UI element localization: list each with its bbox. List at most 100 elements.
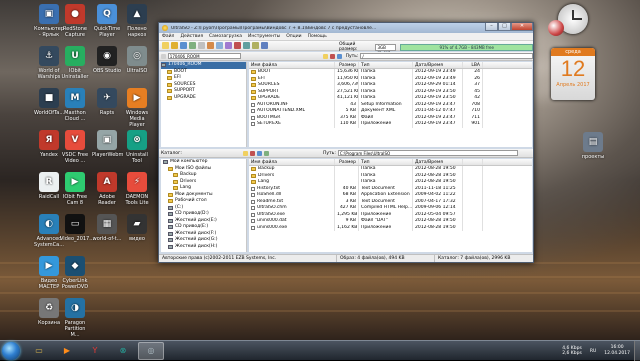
tree-item[interactable]: Жесткий диск(H:): [161, 244, 246, 251]
desktop-icon[interactable]: ◑ Paragon Partition M...: [60, 298, 90, 338]
desktop-icon[interactable]: ◎ UltraISO: [122, 46, 152, 74]
water-ripple: [0, 310, 640, 312]
water-ripple: [0, 292, 640, 294]
folder-icon: [167, 69, 172, 74]
menu-item[interactable]: Опции: [286, 34, 301, 39]
desktop-icon[interactable]: ▶ Windows Media Player: [122, 88, 152, 128]
menu-item[interactable]: Помощь: [308, 34, 327, 39]
upper-image-field[interactable]: 170406_ROOM: [167, 53, 241, 59]
clock-gadget[interactable]: [548, 2, 596, 38]
column-header[interactable]: [463, 159, 483, 165]
tray-clock[interactable]: 16:00 12.04.2017: [604, 345, 630, 357]
file-icon: [251, 122, 255, 127]
calendar-gadget[interactable]: среда 12 Апрель 2017: [551, 48, 595, 100]
open-icon[interactable]: [171, 42, 178, 49]
file-name: SETUP.EXE: [257, 121, 281, 126]
desktop-icon[interactable]: M Maxthon Cloud ...: [60, 88, 90, 122]
start-button[interactable]: [2, 341, 20, 360]
column-header[interactable]: Тип: [359, 62, 413, 68]
menu-item[interactable]: Действия: [180, 34, 203, 39]
network-speed: 4,6 Kbps 2,6 Kbps: [562, 346, 582, 356]
menu-bar: Файл Действия Самозагрузка Инструменты Опции…: [159, 33, 533, 41]
extract-icon[interactable]: [207, 42, 214, 49]
taskbar-app-ultraiso[interactable]: ◎: [138, 341, 164, 360]
desktop-icon[interactable]: ▭ Video_2017...: [60, 214, 94, 242]
disc-icon: [161, 63, 166, 68]
taskbar-app-explorer[interactable]: ▭: [26, 342, 52, 360]
column-header[interactable]: Дата/Время: [413, 159, 463, 165]
language-indicator[interactable]: RU: [590, 349, 596, 354]
file-row[interactable]: SETUP.EXE 110 KB Приложение 2012-09-19 23:4…: [249, 121, 532, 128]
tree-item[interactable]: UPGRADE: [161, 95, 246, 102]
menu-item[interactable]: Файл: [162, 34, 174, 39]
size-select[interactable]: 3GB [3.4M]: [375, 43, 397, 56]
desktop-icon-label: OBS Studio: [93, 68, 121, 74]
desktop-icon[interactable]: ◉ OBS Studio: [92, 46, 122, 74]
show-desktop-button[interactable]: [634, 341, 640, 361]
desktop-icon[interactable]: ⊗ Uninstall Tool: [122, 130, 152, 164]
desktop-icon[interactable]: ● RedStone Capture: [60, 4, 90, 38]
calendar-month: Апрель 2017: [556, 82, 590, 88]
column-header[interactable]: Имя файла: [249, 159, 335, 165]
app-icon: ✈: [97, 88, 117, 108]
taskbar-app-uninstall[interactable]: ⊗: [110, 342, 136, 360]
save-icon[interactable]: [180, 42, 187, 49]
column-header[interactable]: Размер: [335, 159, 359, 165]
size-label: Общий размер:: [339, 42, 358, 52]
desktop-icon[interactable]: ✈ Rapts: [92, 88, 122, 116]
lower-refresh-icon[interactable]: [264, 150, 269, 156]
desktop-icon[interactable]: U IObit Uninstaller: [60, 46, 90, 80]
burn-icon[interactable]: [234, 42, 241, 49]
desktop-icon[interactable]: ◆ CyberLink PowerDVD: [60, 256, 90, 290]
menu-item[interactable]: Инструменты: [248, 34, 280, 39]
desktop-icon[interactable]: V VSDC Free Video ...: [60, 130, 90, 164]
options-icon[interactable]: [252, 42, 259, 49]
convert-icon[interactable]: [243, 42, 250, 49]
file-name: unins000.exe: [257, 224, 288, 230]
system-tray: 4,6 Kbps 2,6 Kbps RU 16:00 12.04.2017: [562, 341, 640, 361]
column-header[interactable]: Имя файла: [249, 62, 335, 68]
clock-minute-hand: [573, 18, 582, 20]
desktop-icon[interactable]: ▶ IObit Free Cam 8: [60, 172, 90, 206]
properties-icon[interactable]: [336, 53, 342, 59]
desktop-icon[interactable]: ▦ world-of-t...: [92, 214, 122, 242]
file-row[interactable]: unins000.exe 1,162 KB Приложение 2012-08-28…: [249, 224, 532, 231]
delete-icon[interactable]: [329, 53, 335, 59]
column-header[interactable]: LBA: [463, 62, 483, 68]
new-folder-icon[interactable]: [323, 53, 328, 59]
column-header[interactable]: Тип: [359, 159, 413, 165]
compress-icon[interactable]: [216, 42, 223, 49]
saveas-icon[interactable]: [189, 42, 196, 49]
upper-path-input[interactable]: /: [360, 53, 534, 59]
minimize-button[interactable]: –: [485, 23, 498, 31]
file-icon: [251, 102, 255, 107]
column-header[interactable]: Размер: [335, 62, 359, 68]
maximize-button[interactable]: □: [498, 23, 511, 31]
lower-add-icon[interactable]: [257, 150, 262, 156]
desktop-icon[interactable]: ▣ PlayerWebm: [92, 130, 123, 158]
lower-folder-icon[interactable]: [243, 150, 248, 156]
cd-icon[interactable]: [198, 42, 205, 49]
lower-path-input[interactable]: C:\Program Files\UltraISO: [337, 150, 518, 156]
desktop-icon-label: QuickTime Player: [93, 26, 121, 38]
desktop-icon[interactable]: ⚡ DAEMON Tools Lite: [122, 172, 152, 206]
drive-icon: [168, 231, 173, 236]
desktop-icon-label: Maxthon Cloud ...: [64, 110, 86, 122]
close-button[interactable]: ✕: [511, 23, 533, 31]
menu-item[interactable]: Самозагрузка: [209, 34, 242, 39]
new-icon[interactable]: [162, 42, 169, 49]
help-icon[interactable]: [261, 42, 268, 49]
lower-delete-icon[interactable]: [250, 150, 255, 156]
window-titlebar[interactable]: UltraISO - Z:\Груоп\Програмы\Програмы\Ви…: [159, 23, 533, 33]
desktop-icon[interactable]: ▲ Полено наркоз: [122, 4, 152, 38]
column-header[interactable]: Дата/Время: [413, 62, 463, 68]
desktop-icon-projects[interactable]: ▤ проекты: [578, 132, 608, 160]
mount-icon[interactable]: [225, 42, 232, 49]
taskbar-app-yandex[interactable]: Y: [82, 342, 108, 360]
folder-icon: [167, 82, 172, 87]
desktop-icon[interactable]: A Adobe Reader: [92, 172, 122, 206]
taskbar-app-media[interactable]: ▶: [54, 342, 80, 360]
desktop-icon[interactable]: ▰ видео: [122, 214, 152, 242]
up-icon[interactable]: [161, 53, 166, 59]
desktop-icon[interactable]: Q QuickTime Player: [92, 4, 122, 38]
